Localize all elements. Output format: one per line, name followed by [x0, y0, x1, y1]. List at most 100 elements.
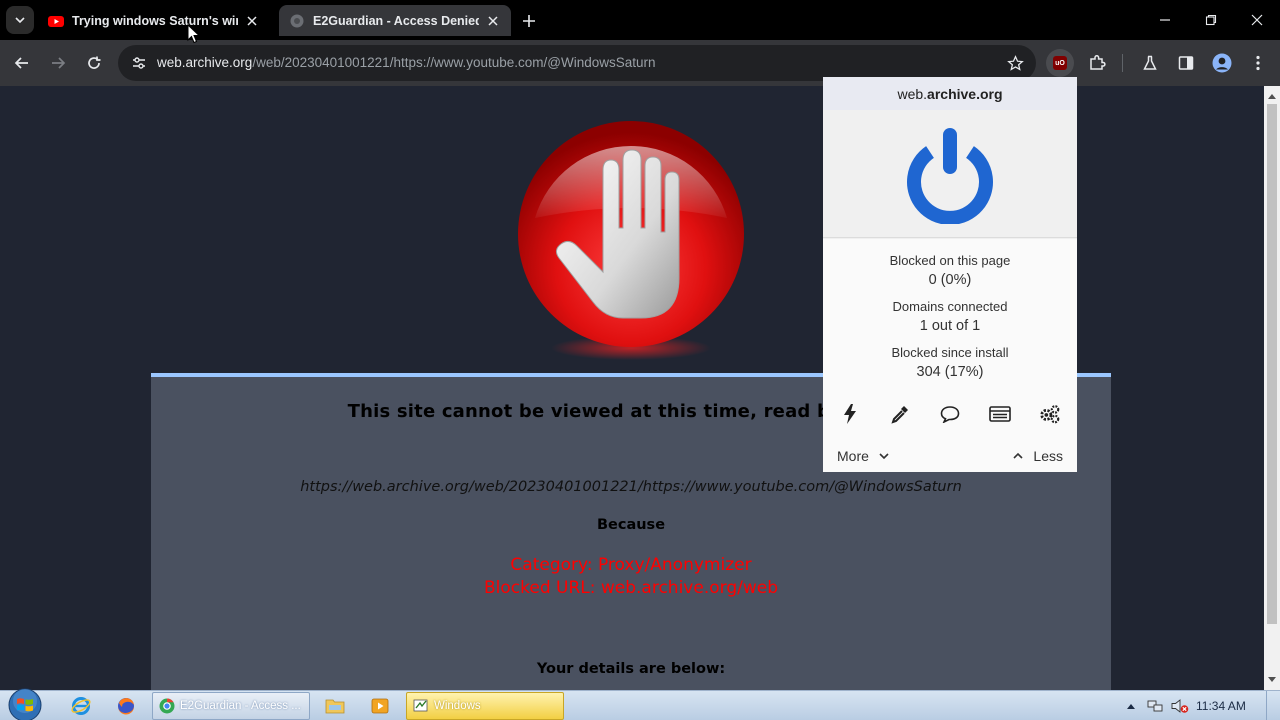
reload-button[interactable] [79, 48, 109, 78]
puzzle-icon [1090, 54, 1106, 70]
ublock-extension-button[interactable]: uO [1046, 49, 1074, 77]
taskbar-task-windows[interactable]: Windows [406, 692, 564, 720]
close-icon[interactable] [244, 13, 260, 29]
minimize-icon [1160, 19, 1170, 21]
restore-icon [1205, 14, 1217, 26]
vertical-scrollbar[interactable] [1264, 86, 1280, 690]
taskbar: E2Guardian - Access ... Windows 11:34 AM [0, 688, 1280, 720]
chrome-icon [159, 698, 175, 714]
globe-icon [290, 14, 304, 27]
gears-icon [1040, 405, 1060, 424]
taskbar-task-chrome[interactable]: E2Guardian - Access ... [152, 692, 310, 720]
eyedropper-button[interactable] [889, 403, 911, 425]
network-tray-icon[interactable] [1146, 697, 1164, 715]
chevron-down-icon [879, 453, 889, 460]
mouse-cursor-icon [187, 24, 201, 44]
profile-button[interactable] [1207, 48, 1237, 78]
lightning-icon [844, 404, 856, 424]
ublock-stats: Blocked on this page 0 (0%) Domains conn… [823, 239, 1077, 387]
ublock-domain: web. archive.org [823, 77, 1077, 110]
media-player-icon [371, 698, 389, 714]
tab-e2guardian[interactable]: E2Guardian - Access Denied [279, 5, 511, 36]
tab-youtube[interactable]: Trying windows Saturn's window [38, 5, 270, 36]
tab-title: Trying windows Saturn's window [72, 13, 238, 28]
start-button[interactable] [6, 688, 44, 720]
details-heading: Your details are below: [536, 661, 726, 677]
tab-title: E2Guardian - Access Denied [313, 13, 479, 28]
extensions-button[interactable] [1082, 48, 1112, 78]
address-bar[interactable]: web.archive.org/web/20230401001221/https… [118, 45, 1036, 81]
forward-button[interactable] [43, 48, 73, 78]
arrow-right-icon [52, 57, 66, 69]
comment-button[interactable] [939, 403, 961, 425]
volume-tray-icon[interactable] [1171, 697, 1189, 715]
close-icon[interactable] [485, 13, 501, 29]
close-window-button[interactable] [1234, 0, 1280, 40]
window-app-icon [413, 699, 428, 712]
address-host: web.archive.org [157, 55, 253, 70]
stop-hand-icon [518, 121, 744, 360]
plus-icon [523, 15, 535, 27]
power-area [823, 110, 1077, 238]
arrow-left-icon [14, 57, 28, 69]
speech-bubble-icon [940, 406, 960, 423]
close-icon [1251, 14, 1263, 26]
scroll-up-arrow[interactable] [1264, 88, 1280, 104]
kebab-menu-icon [1256, 55, 1260, 71]
network-icon [1147, 700, 1163, 712]
logger-button[interactable] [989, 403, 1011, 425]
caret-up-icon [1268, 94, 1276, 99]
youtube-icon [48, 15, 64, 27]
ublock-icon: uO [1053, 56, 1067, 70]
taskbar-clock[interactable]: 11:34 AM [1196, 699, 1246, 713]
back-button[interactable] [7, 48, 37, 78]
scrollbar-thumb[interactable] [1267, 104, 1277, 624]
blocked-url: https://web.archive.org/web/202304010012… [300, 479, 962, 495]
caret-up-icon [1127, 704, 1135, 709]
labs-button[interactable] [1135, 48, 1165, 78]
chevron-up-icon [1013, 452, 1023, 459]
ublock-popup: web. archive.org Blocked on this page 0 (… [823, 77, 1077, 472]
scroll-down-arrow[interactable] [1264, 672, 1280, 688]
power-icon[interactable] [904, 124, 996, 224]
lightning-button[interactable] [839, 403, 861, 425]
reload-icon [88, 56, 101, 69]
ublock-tools [823, 387, 1077, 439]
minimize-button[interactable] [1142, 0, 1188, 40]
tab-search-button[interactable] [6, 6, 34, 34]
internet-explorer-icon [71, 697, 91, 715]
stat-value: 1 out of 1 [919, 318, 981, 334]
ublock-footer: More Less [823, 439, 1077, 472]
restore-button[interactable] [1188, 0, 1234, 40]
domain-prefix: web. [897, 85, 928, 102]
bookmark-button[interactable] [1002, 50, 1028, 76]
stat-label: Blocked on this page [889, 253, 1011, 268]
address-url: web.archive.org/web/20230401001221/https… [157, 55, 656, 70]
block-category: Category: Proxy/Anonymizer [510, 555, 752, 575]
ie-taskbar-button[interactable] [68, 694, 94, 718]
explorer-taskbar-button[interactable] [322, 694, 348, 718]
menu-button[interactable] [1243, 48, 1273, 78]
stat-label: Domains connected [892, 299, 1008, 314]
more-button[interactable]: More [837, 448, 889, 464]
firefox-taskbar-button[interactable] [113, 694, 139, 718]
because-label: Because [596, 517, 666, 533]
address-path: /web/20230401001221/https://www.youtube.… [252, 55, 656, 70]
task-label: Windows [434, 700, 481, 712]
toolbar-separator [1122, 54, 1123, 72]
show-hidden-icons-button[interactable] [1122, 697, 1140, 715]
task-label: E2Guardian - Access ... [180, 700, 301, 712]
media-player-taskbar-button[interactable] [367, 694, 393, 718]
tune-icon [133, 57, 145, 69]
new-tab-button[interactable] [518, 10, 540, 32]
less-button[interactable]: Less [1013, 448, 1063, 464]
stat-value: 304 (17%) [916, 364, 984, 380]
site-info-button[interactable] [126, 50, 152, 76]
block-rule: Blocked URL: web.archive.org/web [483, 578, 778, 598]
windows-logo-icon [8, 688, 42, 720]
show-desktop-button[interactable] [1266, 691, 1280, 720]
stat-value: 0 (0%) [928, 272, 972, 288]
caret-down-icon [1268, 677, 1276, 682]
settings-button[interactable] [1039, 403, 1061, 425]
side-panel-button[interactable] [1171, 48, 1201, 78]
